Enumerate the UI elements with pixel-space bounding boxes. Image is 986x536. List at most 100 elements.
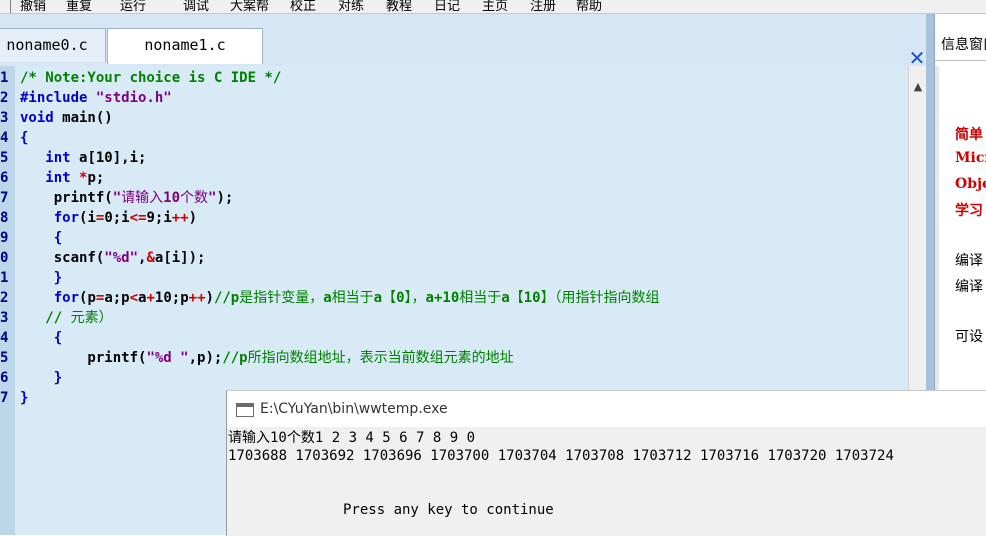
menu-help[interactable]: 帮助 (576, 0, 602, 13)
code-line[interactable]: } (20, 388, 28, 408)
code-token: & (146, 250, 155, 266)
code-token: 】（用指针指向数组 (540, 290, 660, 306)
info-panel-text: 编译 (955, 279, 983, 295)
code-token: ,p); (188, 350, 223, 366)
code-line[interactable]: void main() (20, 108, 113, 128)
console-titlebar[interactable]: E:\CYuYan\bin\wwtemp.exe (227, 391, 986, 427)
code-token: int (45, 150, 71, 166)
code-token: main() (53, 110, 113, 126)
code-token: "%d " (146, 350, 189, 366)
code-token: printf( (20, 350, 147, 366)
code-token: a[i]); (154, 250, 206, 266)
code-token: a (501, 290, 510, 306)
tab-noname1[interactable]: noname1.c (107, 28, 263, 64)
menu-redo[interactable]: 重复 (66, 0, 92, 13)
info-panel-title: 信息窗口 (941, 37, 986, 53)
code-token: p; (87, 170, 105, 186)
code-token: 相当于 (331, 290, 374, 306)
code-token: } (20, 370, 63, 386)
code-line[interactable]: } (20, 268, 62, 288)
code-token: ++ (188, 290, 206, 306)
tab-strip: noname0.c noname1.c ✕ (0, 14, 934, 68)
code-line[interactable]: int *p; (20, 168, 104, 188)
code-token: //p (213, 290, 240, 306)
line-number: 3 (0, 310, 9, 326)
code-line[interactable]: scanf("%d",&a[i]); (20, 248, 206, 268)
code-token: 】， (404, 290, 426, 306)
line-number-gutter: 1 2 3 4 5 6 7 8 9 0 1 2 3 4 5 6 7 (0, 66, 15, 535)
code-line[interactable]: // 元素） (20, 308, 113, 328)
code-token: a (373, 290, 383, 306)
code-token: 是指针变量， (239, 290, 324, 306)
code-token: printf( (20, 190, 113, 206)
code-token: { (20, 230, 63, 246)
code-token: for (53, 290, 80, 306)
menu-help-center[interactable]: 大案帮 (230, 0, 269, 13)
code-token: a[10],i; (70, 150, 147, 166)
code-token: <= (129, 210, 147, 226)
menu-diary[interactable]: 日记 (434, 0, 460, 13)
code-line[interactable]: int a[10],i; (20, 148, 146, 168)
code-line[interactable]: { (20, 328, 62, 348)
code-token: < (129, 290, 139, 306)
code-token: 【 (509, 290, 524, 306)
code-line[interactable]: } (20, 368, 62, 388)
console-window-icon (236, 403, 254, 417)
tab-noname0[interactable]: noname0.c (0, 28, 106, 62)
line-number: 3 (0, 110, 9, 126)
menu-bar: 撤销 重复 运行 调试 大案帮 校正 对练 教程 日记 主页 注册 帮助 (0, 0, 986, 14)
console-window[interactable]: E:\CYuYan\bin\wwtemp.exe 请输入10个数1 2 3 4 … (226, 390, 986, 536)
code-line[interactable]: for(i=0;i<=9;i++) (20, 208, 197, 228)
code-token: ) (188, 210, 198, 226)
code-token: } (20, 390, 29, 406)
line-number: 7 (0, 390, 9, 406)
menu-practice[interactable]: 对练 (338, 0, 364, 13)
code-line[interactable]: for(p=a;p<a+10;p++)//p是指针变量，a相当于a【0】，a+1… (20, 288, 660, 308)
code-token: { (20, 330, 63, 346)
code-line[interactable]: printf("%d ",p);//p所指向数组地址，表示当前数组元素的地址 (20, 348, 513, 368)
code-token: 10 (163, 190, 181, 206)
code-token: 10;p (154, 290, 189, 306)
line-number: 8 (0, 210, 9, 226)
line-number: 6 (0, 370, 9, 386)
code-token: "stdio.h" (95, 90, 172, 106)
menu-register[interactable]: 注册 (530, 0, 556, 13)
menu-debug[interactable]: 调试 (183, 0, 209, 13)
code-token: ) (205, 290, 214, 306)
code-token: a;p (104, 290, 130, 306)
line-number: 4 (0, 130, 9, 146)
code-line[interactable]: /* Note:Your choice is C IDE */ (20, 68, 281, 88)
menu-tutorial[interactable]: 教程 (386, 0, 412, 13)
code-token: ); (216, 190, 234, 206)
menu-undo[interactable]: 撤销 (20, 0, 46, 13)
code-token: { (20, 130, 29, 146)
code-token: } (20, 270, 63, 286)
code-token: a+10 (425, 290, 460, 306)
code-token: 个数 (180, 190, 209, 206)
info-panel-text: 简单 (955, 127, 983, 143)
code-line[interactable]: printf("请输入10个数"); (20, 188, 234, 208)
menu-correct[interactable]: 校正 (290, 0, 316, 13)
code-token: ++ (171, 210, 189, 226)
code-token: a (323, 290, 332, 306)
code-token: 10 (523, 290, 541, 306)
scroll-up-icon[interactable]: ▲ (909, 78, 927, 96)
console-address-output: 1703688 1703692 1703696 1703700 1703704 … (228, 448, 894, 464)
code-line[interactable]: #include "stdio.h" (20, 88, 172, 108)
line-number: 6 (0, 170, 9, 186)
menu-run[interactable]: 运行 (120, 0, 146, 13)
menu-home[interactable]: 主页 (482, 0, 508, 13)
code-token: scanf( (20, 250, 105, 266)
line-number: 1 (0, 70, 9, 86)
code-token: " (112, 190, 122, 206)
code-token: 元素） (70, 310, 113, 326)
code-token: /* Note:Your choice is C IDE */ (20, 70, 282, 86)
code-line[interactable]: { (20, 128, 28, 148)
code-token: #include (20, 90, 96, 106)
code-token: 0;i (104, 210, 130, 226)
code-line[interactable]: { (20, 228, 62, 248)
line-number: 5 (0, 150, 9, 166)
